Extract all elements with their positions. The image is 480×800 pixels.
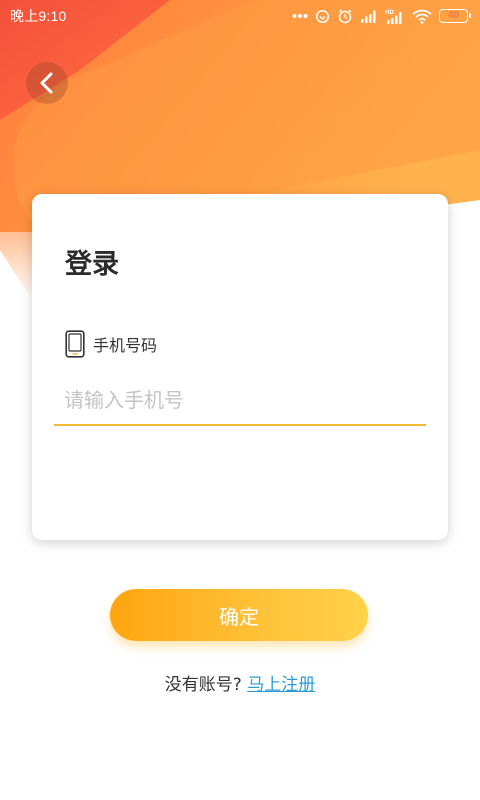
status-time: 晚上9:10	[10, 8, 67, 24]
phone-label-row: 手机号码	[65, 330, 157, 358]
battery-icon: 40	[439, 9, 471, 23]
signal-icon	[361, 10, 376, 23]
more-dots-icon	[292, 14, 308, 18]
alarm-icon	[338, 9, 352, 24]
login-card: 登录 手机号码	[32, 194, 448, 540]
no-account-text: 没有账号?	[164, 675, 242, 695]
svg-text:HD: HD	[385, 10, 394, 16]
confirm-button[interactable]: 确定	[110, 589, 368, 641]
wifi-icon	[412, 9, 432, 24]
register-link[interactable]: 马上注册	[247, 675, 315, 695]
phone-icon	[65, 330, 85, 358]
hd-signal-icon: HD	[385, 10, 402, 24]
status-icons: HD 40	[292, 8, 471, 24]
phone-input[interactable]	[54, 380, 426, 426]
battery-level: 40	[447, 10, 460, 21]
page-title: 登录	[65, 249, 119, 280]
back-button[interactable]	[26, 62, 68, 104]
phone-label: 手机号码	[93, 336, 158, 355]
sync-icon	[315, 9, 330, 23]
login-screen: 晚上9:10 HD 40 登录 手机号码 请输入手机号 确定 没有账号? 马上注…	[0, 0, 480, 800]
status-bar: 晚上9:10 HD 40	[0, 0, 480, 32]
chevron-left-icon	[40, 72, 53, 94]
register-row: 没有账号? 马上注册	[0, 670, 480, 695]
